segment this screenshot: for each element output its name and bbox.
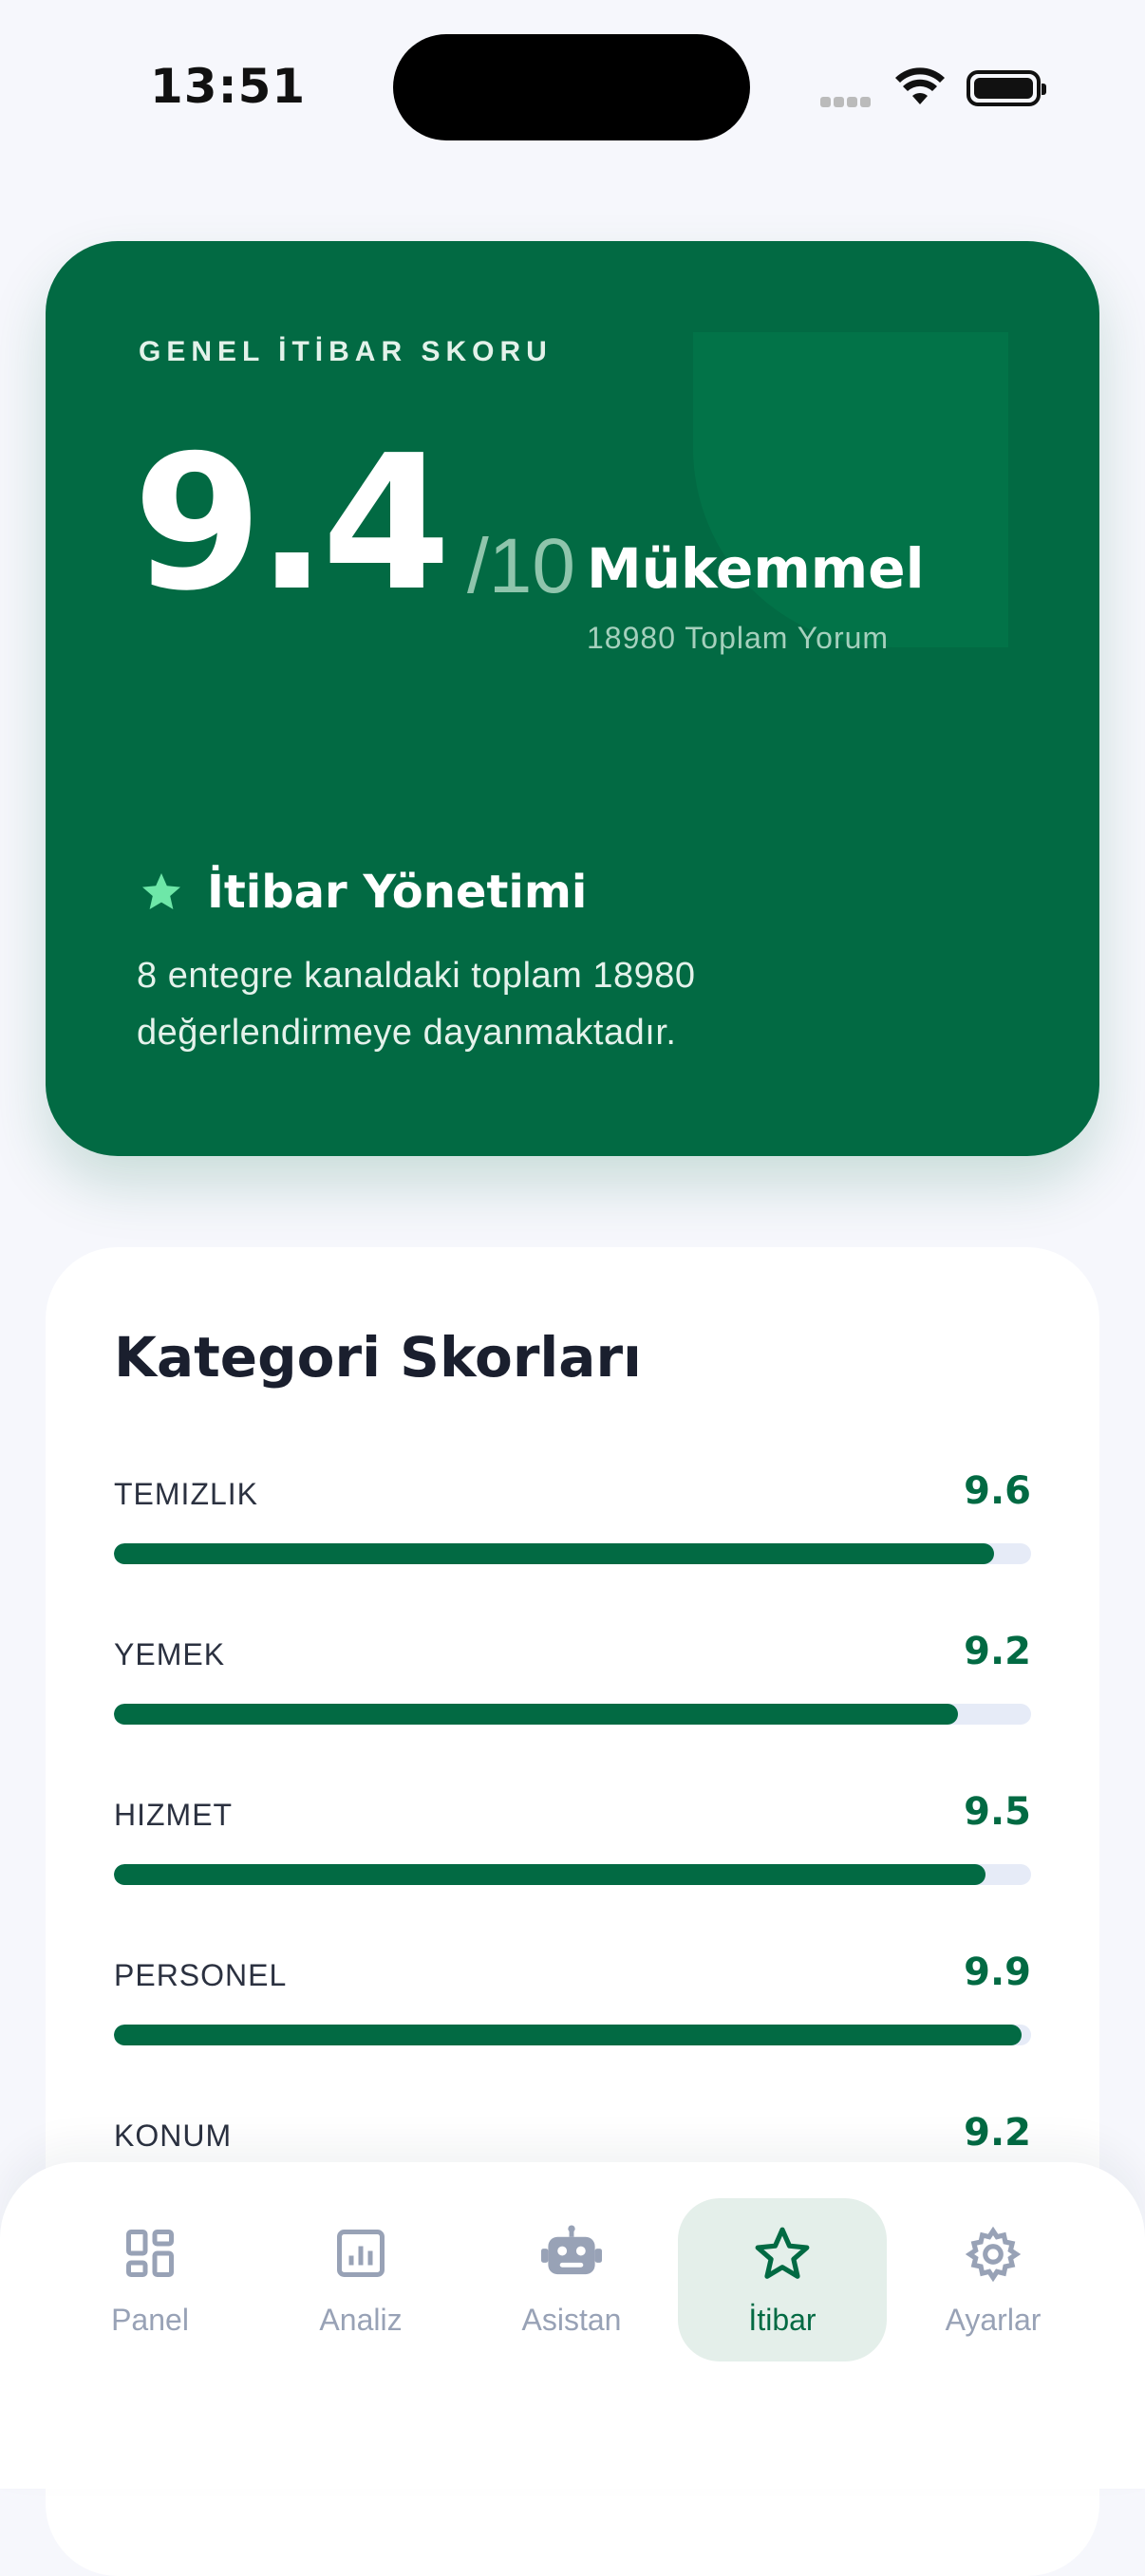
nav-item-asistan[interactable]: Asistan: [467, 2198, 676, 2361]
nav-item-panel[interactable]: Panel: [46, 2198, 254, 2361]
category-progress-fill: [114, 1543, 995, 1564]
overall-score-value: 9.4: [133, 416, 451, 632]
management-title: İtibar Yönetimi: [207, 866, 588, 919]
category-score: 9.9: [964, 1951, 1031, 1994]
category-progress-fill: [114, 2025, 1023, 2045]
category-name: KONUM: [114, 2119, 233, 2153]
score-card-label: GENEL İTİBAR SKORU: [139, 336, 553, 367]
management-description: 8 entegre kanaldaki toplam 18980 değerle…: [137, 956, 696, 1053]
category-row: YEMEK 9.2: [114, 1630, 1031, 1742]
review-total: 18980 Toplam Yorum: [587, 621, 890, 655]
category-progress-fill: [114, 1864, 985, 1885]
robot-icon: [541, 2225, 602, 2275]
category-name: YEMEK: [114, 1637, 226, 1671]
category-progress-track: [114, 1864, 1031, 1885]
rating-text: Mükemmel: [587, 536, 925, 601]
nav-item-analiz[interactable]: Analiz: [256, 2198, 465, 2361]
dashboard-icon: [126, 2230, 174, 2277]
category-progress-track: [114, 2025, 1031, 2045]
category-row: HIZMET 9.5: [114, 1790, 1031, 1902]
chart-icon: [337, 2230, 385, 2277]
category-score: 9.2: [964, 2111, 1031, 2155]
star-icon: [755, 2227, 810, 2279]
gear-icon: [965, 2226, 1022, 2283]
nav-label: Analiz: [319, 2303, 403, 2337]
wifi-icon: [895, 67, 945, 104]
status-time: 13:51: [150, 59, 307, 114]
nav-item-ayarlar[interactable]: Ayarlar: [889, 2198, 1098, 2361]
nav-label: İtibar: [748, 2303, 817, 2337]
category-name: TEMIZLIK: [114, 1477, 259, 1511]
nav-item-itibar[interactable]: İtibar: [678, 2198, 887, 2361]
category-progress-fill: [114, 1704, 958, 1725]
cellular-signal-icon: [820, 95, 873, 112]
nav-label: Panel: [111, 2303, 189, 2337]
nav-label: Asistan: [521, 2303, 622, 2337]
category-row: PERSONEL 9.9: [114, 1951, 1031, 2063]
battery-icon: [967, 70, 1046, 106]
category-score: 9.6: [964, 1469, 1031, 1513]
category-score: 9.2: [964, 1630, 1031, 1673]
category-row: TEMIZLIK 9.6: [114, 1469, 1031, 1581]
category-score: 9.5: [964, 1790, 1031, 1834]
dynamic-island: [393, 34, 750, 140]
overall-score-card: GENEL İTİBAR SKORU 9.4 /10 Mükemmel 1898…: [46, 241, 1099, 1156]
category-progress-track: [114, 1704, 1031, 1725]
star-icon: [142, 873, 180, 909]
category-name: HIZMET: [114, 1798, 234, 1832]
nav-label: Ayarlar: [945, 2303, 1042, 2337]
category-name: PERSONEL: [114, 1958, 288, 1992]
category-progress-track: [114, 1543, 1031, 1564]
score-max: /10: [467, 523, 575, 609]
category-scores-title: Kategori Skorları: [114, 1325, 642, 1390]
